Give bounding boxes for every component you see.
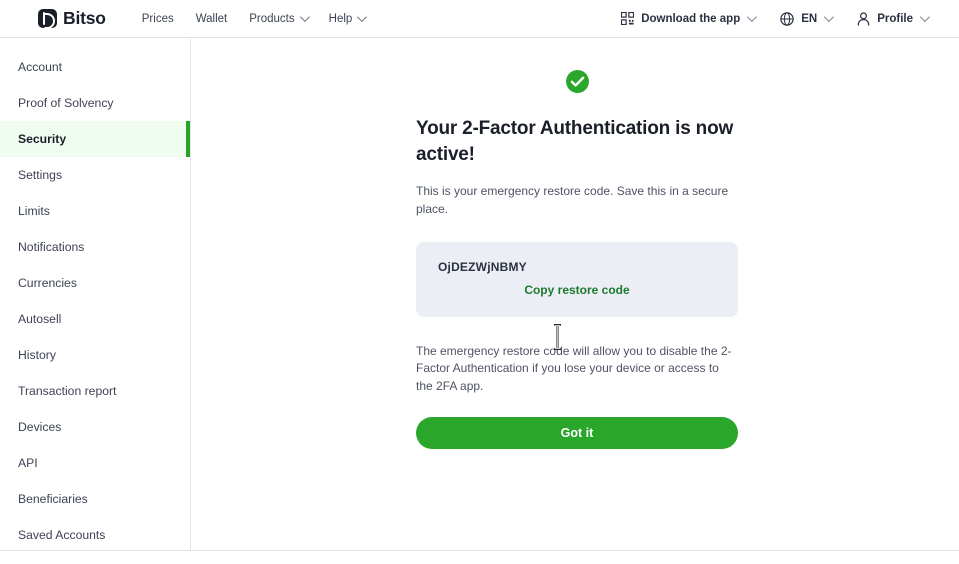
nav-label: Help — [328, 12, 353, 25]
sidebar-item-devices[interactable]: Devices — [0, 409, 190, 445]
chevron-down-icon — [824, 12, 835, 23]
sidebar-item-label: Limits — [18, 204, 50, 218]
profile-label: Profile — [877, 12, 913, 25]
nav-label: Products — [249, 12, 295, 25]
top-header: Bitso Prices Wallet Products Help Downlo… — [0, 0, 959, 38]
sidebar-item-label: Saved Accounts — [18, 528, 106, 542]
bitso-logo-icon — [38, 9, 57, 29]
sidebar-item-saved-accounts[interactable]: Saved Accounts — [0, 517, 190, 553]
profile-menu[interactable]: Profile — [857, 11, 930, 26]
chevron-down-icon — [919, 12, 930, 23]
sidebar-item-label: Settings — [18, 168, 63, 182]
person-icon — [857, 11, 870, 26]
sidebar-item-label: Autosell — [18, 312, 62, 326]
sidebar-item-limits[interactable]: Limits — [0, 193, 190, 229]
chevron-down-icon — [299, 12, 310, 23]
restore-code-box: OjDEZWjNBMY Copy restore code — [416, 242, 738, 318]
sidebar-item-notifications[interactable]: Notifications — [0, 229, 190, 265]
restore-code-value: OjDEZWjNBMY — [438, 260, 527, 275]
sidebar-item-currencies[interactable]: Currencies — [0, 265, 190, 301]
qr-code-icon — [621, 12, 635, 25]
sidebar-item-history[interactable]: History — [0, 337, 190, 373]
sidebar-item-account[interactable]: Account — [0, 49, 190, 85]
download-the-app-button[interactable]: Download the app — [621, 12, 758, 25]
sidebar-item-label: Account — [18, 60, 63, 74]
settings-sidebar: Account Proof of Solvency Security Setti… — [0, 39, 191, 551]
main-content: Your 2-Factor Authentication is now acti… — [192, 39, 959, 551]
sidebar-item-proof-of-solvency[interactable]: Proof of Solvency — [0, 85, 190, 121]
nav-item-products[interactable]: Products — [249, 12, 310, 25]
brand-name: Bitso — [63, 8, 106, 28]
primary-nav: Prices Wallet Products Help — [142, 12, 368, 25]
sidebar-item-label: Currencies — [18, 276, 77, 290]
language-label: EN — [801, 12, 818, 25]
subtitle-text: This is your emergency restore code. Sav… — [416, 184, 729, 216]
got-it-button[interactable]: Got it — [416, 417, 738, 450]
sidebar-item-label: History — [18, 348, 56, 362]
nav-item-help[interactable]: Help — [328, 12, 368, 25]
sidebar-item-autosell[interactable]: Autosell — [0, 301, 190, 337]
sidebar-item-settings[interactable]: Settings — [0, 157, 190, 193]
download-app-label: Download the app — [641, 12, 741, 25]
nav-item-wallet[interactable]: Wallet — [196, 13, 228, 25]
nav-label: Prices — [141, 12, 174, 25]
sidebar-item-api[interactable]: API — [0, 445, 190, 481]
page-title: Your 2-Factor Authentication is now acti… — [416, 118, 734, 165]
sidebar-item-label: Transaction report — [18, 384, 117, 398]
restore-code-warning-text: The emergency restore code will allow yo… — [416, 344, 732, 393]
sidebar-item-label: Beneficiaries — [18, 492, 88, 506]
sidebar-item-label: Security — [18, 132, 67, 146]
globe-icon — [780, 11, 794, 26]
check-circle-icon — [565, 70, 589, 93]
header-right-group: Download the app EN Profile — [621, 11, 930, 26]
chevron-down-icon — [357, 12, 368, 23]
nav-item-prices[interactable]: Prices — [142, 13, 174, 25]
sidebar-item-beneficiaries[interactable]: Beneficiaries — [0, 481, 190, 517]
copy-restore-code-button[interactable]: Copy restore code — [438, 283, 716, 297]
sidebar-item-label: Devices — [18, 420, 62, 434]
twofa-success-card: Your 2-Factor Authentication is now acti… — [416, 69, 738, 450]
sidebar-item-label: Proof of Solvency — [18, 96, 114, 110]
language-selector[interactable]: EN — [780, 11, 835, 26]
brand-logo[interactable]: Bitso — [38, 8, 106, 29]
sidebar-item-label: API — [18, 456, 38, 470]
sidebar-item-security[interactable]: Security — [0, 121, 190, 157]
chevron-down-icon — [747, 12, 758, 23]
sidebar-item-transaction-report[interactable]: Transaction report — [0, 373, 190, 409]
nav-label: Wallet — [195, 12, 228, 25]
sidebar-item-label: Notifications — [18, 240, 85, 254]
